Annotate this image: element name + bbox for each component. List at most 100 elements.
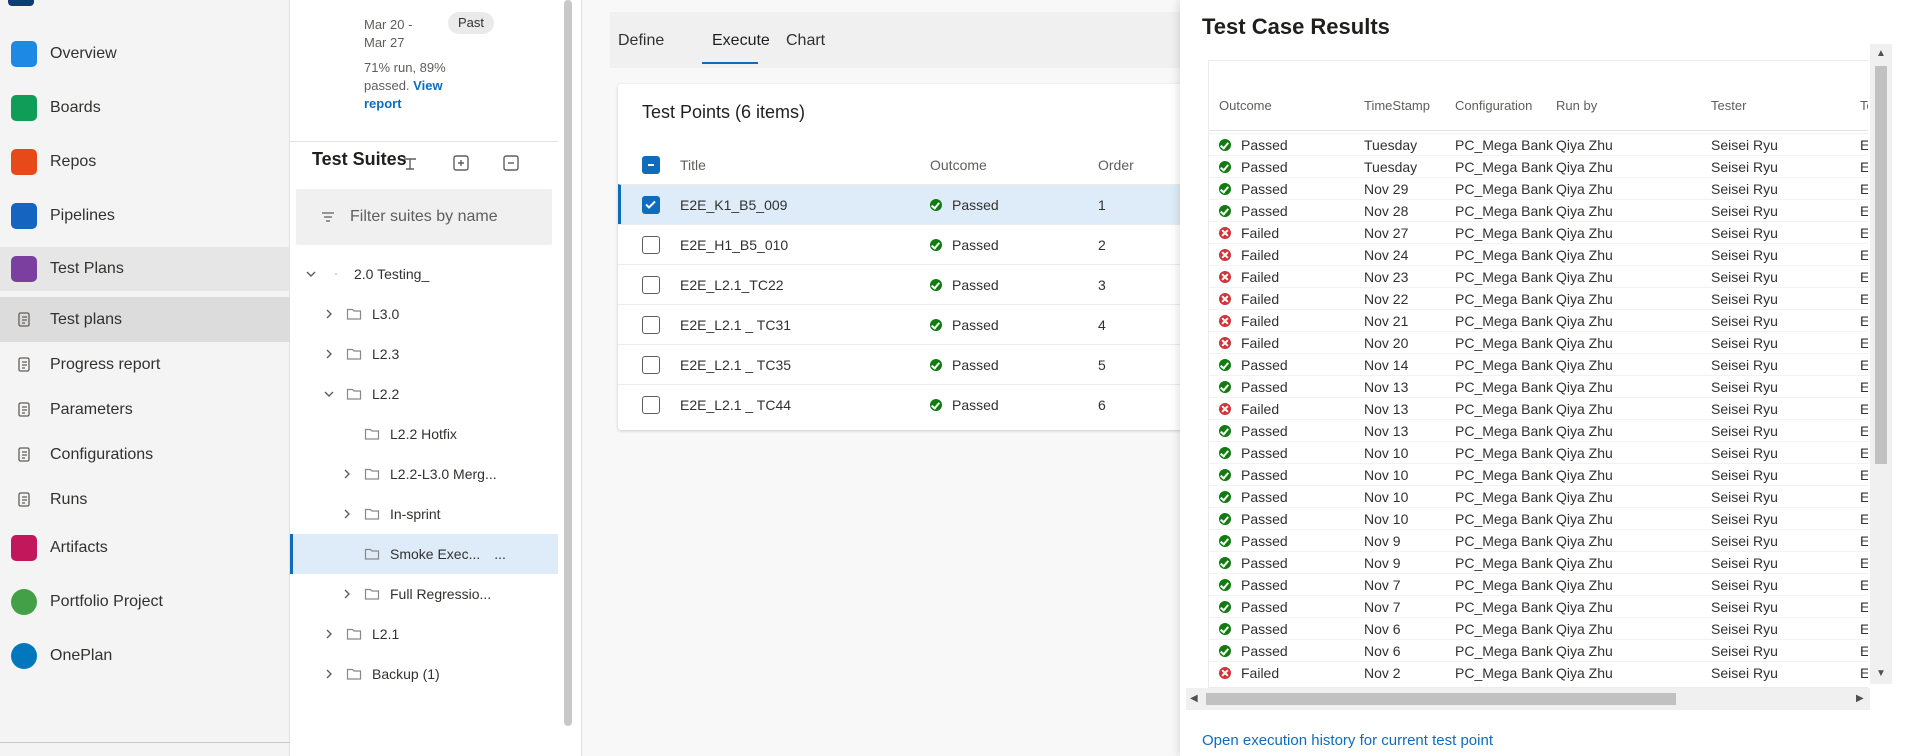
chevron-right-icon[interactable] [322, 627, 336, 641]
row-checkbox[interactable] [642, 275, 660, 294]
result-row[interactable]: Failed Nov 20 PC_Mega Bank ...Qiya Zhu Seis… [1209, 331, 1868, 353]
column-outcome[interactable]: Outcome [930, 146, 987, 184]
filter-suites-input[interactable]: Filter suites by name [296, 189, 552, 245]
column-run-by[interactable]: Run by [1556, 98, 1597, 113]
scroll-right-icon[interactable]: ▶ [1856, 693, 1864, 704]
tab-chart[interactable]: Chart [786, 32, 825, 50]
column-order[interactable]: Order [1098, 146, 1134, 184]
nav-subitem-parameters[interactable]: Parameters [0, 387, 290, 432]
result-row[interactable]: Failed Nov 22 PC_Mega Bank ...Qiya Zhu Seis… [1209, 287, 1868, 309]
result-row[interactable]: Passed Nov 13 PC_Mega Bank ...Qiya Zhu Seis… [1209, 419, 1868, 441]
scroll-up-icon[interactable]: ▲ [1876, 48, 1886, 59]
new-suite-icon[interactable] [400, 153, 420, 173]
column-configuration[interactable]: Configuration [1455, 98, 1532, 113]
column-title[interactable]: Title [680, 146, 706, 184]
nav-subitem-label: Progress report [50, 355, 161, 373]
suite-tree-item[interactable]: In-sprint [290, 494, 558, 534]
suite-tree-item[interactable]: 2.0 Testing_ [290, 254, 558, 294]
chevron-right-icon[interactable] [322, 347, 336, 361]
chevron-right-icon[interactable] [322, 667, 336, 681]
result-row[interactable]: Passed Nov 7 PC_Mega Bank ...Qiya Zhu Seise… [1209, 573, 1868, 595]
result-row[interactable]: Passed Nov 28 PC_Mega Bank ...Qiya Zhu Seis… [1209, 199, 1868, 221]
suites-scrollbar[interactable] [564, 0, 572, 726]
result-row[interactable]: Passed Nov 7 PC_Mega Bank ...Qiya Zhu Seise… [1209, 595, 1868, 617]
column-tester[interactable]: Tester [1711, 98, 1746, 113]
nav-item-repos[interactable]: Repos [0, 140, 290, 184]
suite-tree-item[interactable]: L2.2 [290, 374, 558, 414]
more-actions-icon[interactable]: ... [494, 546, 506, 562]
result-row[interactable]: Passed Tuesday PC_Mega Bank ...Qiya Zhu Sei… [1209, 155, 1868, 177]
result-row[interactable]: Passed Nov 9 PC_Mega Bank ...Qiya Zhu Seise… [1209, 529, 1868, 551]
nav-item-portfolio-project[interactable]: Portfolio Project [0, 580, 290, 624]
result-row[interactable]: Passed Nov 13 PC_Mega Bank ...Qiya Zhu Seis… [1209, 375, 1868, 397]
result-row[interactable]: Passed Nov 10 PC_Mega Bank ...Qiya Zhu Seis… [1209, 463, 1868, 485]
chevron-right-icon[interactable] [340, 467, 354, 481]
result-row[interactable]: Passed Nov 9 PC_Mega Bank ...Qiya Zhu Seise… [1209, 551, 1868, 573]
chevron-down-icon[interactable] [304, 267, 318, 281]
nav-item-artifacts[interactable]: Artifacts [0, 526, 290, 570]
nav-item-oneplan[interactable]: OnePlan [0, 634, 290, 678]
row-checkbox[interactable] [642, 315, 660, 334]
nav-subitem-test-plans[interactable]: Test plans [0, 297, 290, 342]
scroll-left-icon[interactable]: ◀ [1190, 693, 1198, 704]
nav-item-overview[interactable]: Overview [0, 32, 290, 76]
horizontal-scroll-thumb[interactable] [1206, 693, 1676, 705]
row-checkbox[interactable] [642, 355, 660, 374]
nav-subitem-configurations[interactable]: Configurations [0, 432, 290, 477]
results-horizontal-scrollbar[interactable]: ◀ ▶ [1186, 688, 1870, 710]
test-point-row[interactable]: E2E_L2.1_TC22 Passed 3 [618, 264, 1218, 304]
nav-subitem-runs[interactable]: Runs [0, 477, 290, 522]
result-row[interactable]: Failed Nov 2 PC_Mega Bank ...Qiya Zhu Seise… [1209, 661, 1868, 683]
test-point-row[interactable]: E2E_L2.1 _ TC35 Passed 5 [618, 344, 1218, 384]
chevron-right-icon[interactable] [340, 507, 354, 521]
suite-tree-item[interactable]: Smoke Exec...... [290, 534, 558, 574]
test-point-row[interactable]: E2E_L2.1 _ TC44 Passed 6 [618, 384, 1218, 424]
nav-item-boards[interactable]: Boards [0, 86, 290, 130]
results-vertical-scrollbar[interactable]: ▲ ▼ [1870, 44, 1892, 684]
expand-all-icon[interactable] [451, 153, 471, 173]
result-row[interactable]: Failed Nov 27 PC_Mega Bank ...Qiya Zhu Seis… [1209, 221, 1868, 243]
suite-tree-item[interactable]: Full Regressio... [290, 574, 558, 614]
scroll-down-icon[interactable]: ▼ [1876, 668, 1886, 679]
result-row[interactable]: Passed Nov 10 PC_Mega Bank ...Qiya Zhu Seis… [1209, 507, 1868, 529]
result-row[interactable]: Failed Nov 23 PC_Mega Bank ...Qiya Zhu Seis… [1209, 265, 1868, 287]
row-checkbox[interactable] [642, 195, 660, 214]
column-truncated[interactable]: Te [1860, 98, 1868, 113]
tab-execute[interactable]: Execute [712, 32, 770, 50]
result-row[interactable]: Failed Nov 21 PC_Mega Bank ...Qiya Zhu Seis… [1209, 309, 1868, 331]
result-row[interactable]: Passed Nov 14 PC_Mega Bank ...Qiya Zhu Seis… [1209, 353, 1868, 375]
result-row[interactable]: Passed Tuesday PC_Mega Bank ...Qiya Zhu Sei… [1209, 133, 1868, 155]
row-checkbox[interactable] [642, 395, 660, 414]
chevron-down-icon[interactable] [322, 387, 336, 401]
result-row[interactable]: Passed Nov 6 PC_Mega Bank ...Qiya Zhu Seise… [1209, 639, 1868, 661]
row-checkbox[interactable] [642, 235, 660, 254]
result-row[interactable]: Passed Nov 10 PC_Mega Bank ...Qiya Zhu Seis… [1209, 485, 1868, 507]
result-row[interactable]: Passed Nov 29 PC_Mega Bank ...Qiya Zhu Seis… [1209, 177, 1868, 199]
chevron-right-icon[interactable] [322, 307, 336, 321]
suite-tree-item[interactable]: L3.0 [290, 294, 558, 334]
nav-item-test-plans[interactable]: Test Plans [0, 247, 290, 291]
suite-tree-item[interactable]: L2.3 [290, 334, 558, 374]
project-logo[interactable] [8, 0, 34, 6]
test-point-row[interactable]: E2E_L2.1 _ TC31 Passed 4 [618, 304, 1218, 344]
suite-tree-item[interactable]: L2.1 [290, 614, 558, 654]
result-row[interactable]: Passed Nov 10 PC_Mega Bank ...Qiya Zhu Seis… [1209, 441, 1868, 463]
vertical-scroll-thumb[interactable] [1875, 66, 1887, 464]
nav-subitem-progress-report[interactable]: Progress report [0, 342, 290, 387]
select-all-checkbox[interactable] [642, 156, 660, 174]
test-point-row[interactable]: E2E_H1_B5_010 Passed 2 [618, 224, 1218, 264]
chevron-right-icon[interactable] [340, 587, 354, 601]
nav-item-pipelines[interactable]: Pipelines [0, 194, 290, 238]
result-row[interactable]: Passed Nov 6 PC_Mega Bank ...Qiya Zhu Seise… [1209, 617, 1868, 639]
suite-tree-item[interactable]: Backup (1) [290, 654, 558, 694]
column-timestamp[interactable]: TimeStamp [1364, 98, 1430, 113]
result-row[interactable]: Failed Nov 24 PC_Mega Bank ...Qiya Zhu Seis… [1209, 243, 1868, 265]
column-outcome[interactable]: Outcome [1219, 98, 1272, 113]
collapse-all-icon[interactable] [501, 153, 521, 173]
suite-tree-item[interactable]: L2.2-L3.0 Merg... [290, 454, 558, 494]
tab-define[interactable]: Define [618, 32, 664, 50]
open-execution-history-link[interactable]: Open execution history for current test … [1202, 732, 1493, 749]
test-point-row[interactable]: E2E_K1_B5_009 Passed 1 [618, 184, 1218, 224]
result-row[interactable]: Failed Nov 13 PC_Mega Bank ...Qiya Zhu Seis… [1209, 397, 1868, 419]
suite-tree-item[interactable]: L2.2 Hotfix [290, 414, 558, 454]
